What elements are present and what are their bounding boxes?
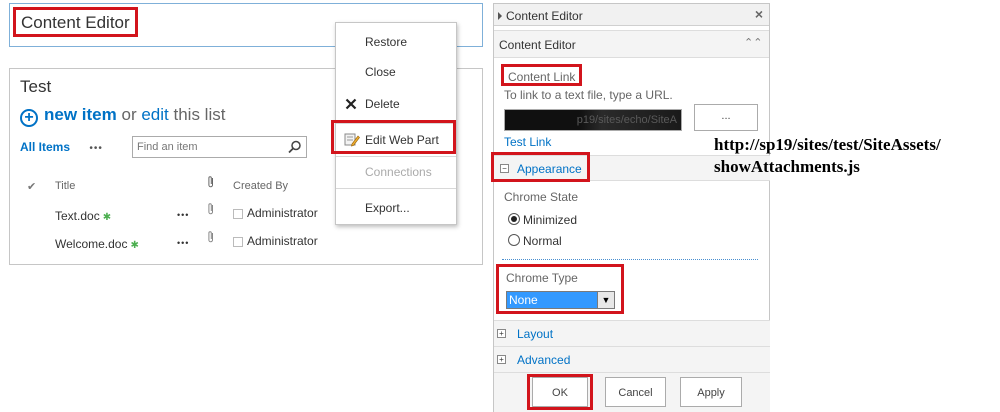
new-item-icon: ✱ bbox=[130, 240, 139, 251]
menu-item-label: Delete bbox=[365, 97, 400, 111]
add-circle-icon[interactable]: + bbox=[20, 109, 38, 127]
table-row: Welcome.doc ✱ bbox=[55, 235, 139, 253]
this-list-text: this list bbox=[173, 105, 226, 124]
menu-item-label: Close bbox=[365, 65, 396, 79]
chrome-type-select[interactable]: None ▼ bbox=[506, 291, 615, 309]
presence-indicator bbox=[233, 237, 243, 247]
content-link-input[interactable] bbox=[504, 109, 682, 131]
search-icon[interactable] bbox=[288, 140, 302, 154]
more-views-ellipsis[interactable]: ••• bbox=[89, 143, 103, 154]
menu-item-close[interactable]: Close bbox=[336, 59, 456, 85]
close-icon[interactable]: × bbox=[755, 6, 763, 22]
item-title-link[interactable]: Text.doc bbox=[55, 209, 100, 223]
edit-list-link[interactable]: edit bbox=[141, 105, 168, 124]
content-editor-title-highlight: Content Editor bbox=[13, 7, 138, 37]
search-input[interactable] bbox=[133, 137, 283, 157]
presence-indicator bbox=[233, 209, 243, 219]
test-webpart-title[interactable]: Test bbox=[20, 77, 51, 97]
attachment-icon bbox=[208, 203, 213, 215]
menu-item-delete[interactable]: Delete bbox=[336, 91, 456, 117]
expand-plus-icon[interactable]: + bbox=[497, 355, 506, 364]
apply-button[interactable]: Apply bbox=[680, 377, 742, 407]
new-item-row: + new item or edit this list bbox=[20, 105, 225, 127]
radio-minimized-label: Minimized bbox=[523, 213, 578, 227]
attachment-header-icon[interactable] bbox=[207, 175, 215, 189]
menu-item-label: Connections bbox=[365, 165, 432, 179]
cancel-button[interactable]: Cancel bbox=[605, 377, 666, 407]
table-row: Text.doc ✱ bbox=[55, 207, 111, 225]
section-title: Content Editor bbox=[499, 38, 576, 52]
radio-normal[interactable] bbox=[508, 234, 520, 246]
browse-button[interactable]: ... bbox=[694, 104, 758, 131]
dotted-separator bbox=[502, 259, 758, 260]
content-link-highlight: Content Link bbox=[501, 64, 582, 86]
ok-highlight bbox=[527, 374, 593, 410]
item-title-link[interactable]: Welcome.doc bbox=[55, 237, 127, 251]
item-ellipsis-button[interactable]: ••• bbox=[177, 238, 189, 248]
pane-menu-triangle-icon[interactable] bbox=[498, 12, 502, 20]
new-item-link[interactable]: new item bbox=[44, 105, 117, 124]
attachment-icon bbox=[208, 231, 213, 243]
view-selector-row: All Items ••• bbox=[20, 140, 103, 154]
annotation-url-text: http://sp19/sites/test/SiteAssets/ showA… bbox=[714, 134, 1000, 178]
chrome-state-label: Chrome State bbox=[504, 190, 579, 204]
expand-plus-icon[interactable]: + bbox=[497, 329, 506, 338]
delete-x-icon bbox=[345, 98, 357, 110]
advanced-label[interactable]: Advanced bbox=[517, 353, 570, 367]
menu-item-label: Restore bbox=[365, 35, 408, 49]
created-by-value[interactable]: Administrator bbox=[247, 206, 318, 220]
collapse-chevrons-icon[interactable]: ⌃⌃ bbox=[744, 36, 762, 49]
radio-minimized[interactable] bbox=[508, 213, 520, 225]
menu-item-restore[interactable]: Restore bbox=[336, 29, 456, 55]
column-header-created-by[interactable]: Created By bbox=[233, 180, 288, 192]
menu-item-label: Export... bbox=[365, 201, 410, 215]
test-link[interactable]: Test Link bbox=[504, 135, 551, 149]
annotation-line-1: http://sp19/sites/test/SiteAssets/ bbox=[714, 135, 941, 154]
chrome-type-highlight: Chrome Type None ▼ bbox=[496, 264, 624, 314]
appearance-highlight bbox=[491, 152, 590, 182]
edit-web-part-highlight bbox=[331, 120, 456, 154]
menu-item-export[interactable]: Export... bbox=[336, 195, 456, 221]
created-by-value[interactable]: Administrator bbox=[247, 234, 318, 248]
new-item-icon: ✱ bbox=[102, 212, 112, 223]
advanced-section-header[interactable]: + Advanced bbox=[494, 346, 770, 372]
menu-separator bbox=[336, 188, 456, 189]
content-editor-section-header[interactable]: Content Editor ⌃⌃ bbox=[494, 30, 769, 58]
annotation-line-2: showAttachments.js bbox=[714, 157, 860, 176]
chrome-type-label: Chrome Type bbox=[506, 271, 578, 285]
content-link-hint: To link to a text file, type a URL. bbox=[504, 88, 673, 102]
content-editor-title[interactable]: Content Editor bbox=[21, 13, 130, 33]
tool-pane-title: Content Editor bbox=[506, 9, 583, 23]
find-item-search-box bbox=[132, 136, 307, 158]
chevron-down-icon[interactable]: ▼ bbox=[597, 292, 614, 308]
layout-section-header[interactable]: + Layout bbox=[494, 320, 770, 346]
tool-pane-header: Content Editor × bbox=[494, 4, 769, 26]
or-text: or bbox=[121, 105, 137, 124]
menu-separator bbox=[336, 156, 456, 157]
layout-label[interactable]: Layout bbox=[517, 327, 553, 341]
all-items-view-link[interactable]: All Items bbox=[20, 140, 70, 154]
select-all-check-icon[interactable]: ✔ bbox=[27, 180, 36, 193]
content-link-label: Content Link bbox=[508, 70, 576, 84]
column-header-title[interactable]: Title bbox=[55, 180, 75, 192]
chrome-type-selected-value: None bbox=[507, 292, 597, 308]
radio-normal-label: Normal bbox=[523, 234, 562, 248]
menu-item-connections: Connections bbox=[336, 159, 456, 185]
item-ellipsis-button[interactable]: ••• bbox=[177, 210, 189, 220]
